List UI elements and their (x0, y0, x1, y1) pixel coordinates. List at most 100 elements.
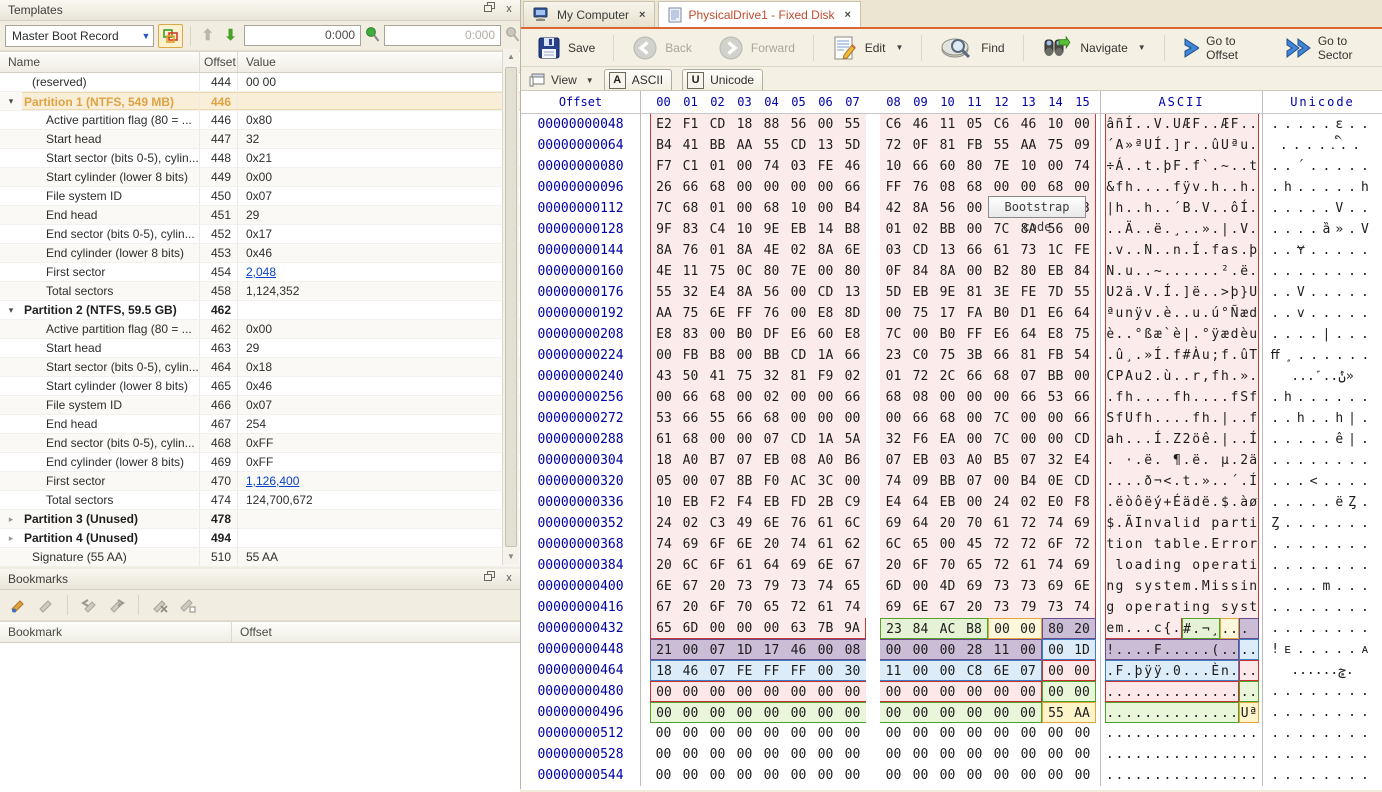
hex-byte[interactable]: 20 (677, 597, 704, 618)
hex-byte[interactable]: 4E (758, 240, 785, 261)
hex-byte[interactable]: 64 (907, 513, 934, 534)
ascii-char[interactable]: g (1172, 555, 1182, 576)
ascii-char[interactable]: o (1124, 597, 1134, 618)
add-bookmark-icon[interactable] (8, 595, 28, 615)
hex-byte[interactable]: 00 (839, 702, 866, 723)
hex-byte[interactable]: 10 (1015, 156, 1042, 177)
hex-byte[interactable]: 00 (1042, 156, 1069, 177)
hex-byte[interactable]: 6F (907, 555, 934, 576)
ascii-char[interactable]: U (1124, 408, 1134, 429)
ascii-char[interactable]: . (1230, 345, 1240, 366)
hex-byte[interactable]: 69 (1069, 513, 1096, 534)
ascii-char[interactable]: . (1201, 681, 1211, 702)
ascii-char[interactable]: Ñ (1230, 303, 1240, 324)
hex-byte[interactable]: CD (812, 282, 839, 303)
hex-byte[interactable]: 01 (880, 219, 907, 240)
ascii-char[interactable]: . (1134, 345, 1144, 366)
float-panel-icon[interactable] (482, 571, 496, 585)
hex-byte[interactable]: E2 (650, 114, 677, 135)
ascii-char[interactable]: . (1211, 114, 1221, 135)
ascii-char[interactable]: n (1172, 240, 1182, 261)
ascii-char[interactable]: ë (1191, 450, 1201, 471)
ascii-char[interactable]: . (1239, 765, 1249, 786)
ascii-char[interactable]: . (1163, 429, 1173, 450)
ascii-char[interactable]: . (1191, 387, 1201, 408)
hex-byte[interactable]: 00 (839, 723, 866, 744)
hex-byte[interactable]: 61 (1015, 555, 1042, 576)
ascii-char[interactable]: . (1201, 261, 1211, 282)
scroll-up-icon[interactable]: ▲ (503, 49, 519, 65)
ascii-char[interactable]: . (1211, 723, 1221, 744)
ascii-char[interactable]: s (1230, 240, 1240, 261)
hex-byte[interactable]: 00 (961, 744, 988, 765)
hex-byte[interactable]: AC (934, 618, 961, 639)
hex-byte[interactable]: 66 (907, 156, 934, 177)
hex-byte[interactable]: 69 (880, 513, 907, 534)
ascii-char[interactable]: ß (1143, 324, 1153, 345)
ascii-char[interactable]: . (1134, 282, 1144, 303)
ascii-char[interactable] (1115, 597, 1125, 618)
hex-byte[interactable]: B7 (704, 450, 731, 471)
hex-byte[interactable]: 68 (677, 429, 704, 450)
hex-byte[interactable]: CD (704, 114, 731, 135)
ascii-char[interactable]: f (1220, 345, 1230, 366)
ascii-char[interactable]: . (1191, 135, 1201, 156)
hex-byte[interactable]: 00 (961, 387, 988, 408)
ascii-char[interactable]: ² (1220, 261, 1230, 282)
hex-byte[interactable]: CD (785, 429, 812, 450)
ascii-char[interactable]: i (1182, 597, 1192, 618)
hex-byte[interactable]: 66 (961, 366, 988, 387)
hex-byte[interactable]: 75 (907, 303, 934, 324)
ascii-char[interactable]: . (1191, 198, 1201, 219)
ascii-char[interactable]: u (1124, 261, 1134, 282)
hex-byte[interactable]: 00 (1015, 429, 1042, 450)
ascii-char[interactable]: . (1134, 450, 1144, 471)
ascii-char[interactable]: · (1124, 450, 1134, 471)
ascii-char[interactable]: f (1230, 387, 1240, 408)
ascii-char[interactable]: » (1201, 471, 1211, 492)
hex-byte[interactable]: 00 (961, 429, 988, 450)
ascii-char[interactable]: . (1211, 681, 1221, 702)
hex-byte[interactable]: 80 (1015, 261, 1042, 282)
hex-byte[interactable]: 64 (758, 555, 785, 576)
hex-byte[interactable]: C8 (961, 660, 988, 681)
hex-byte[interactable]: 13 (839, 282, 866, 303)
hex-byte[interactable]: FF (880, 177, 907, 198)
hex-byte[interactable]: 41 (677, 135, 704, 156)
ascii-char[interactable]: . (1249, 681, 1259, 702)
ascii-char[interactable]: . (1172, 744, 1182, 765)
ascii-char[interactable]: . (1124, 723, 1134, 744)
ascii-char[interactable]: . (1230, 429, 1240, 450)
hex-byte[interactable]: 11 (988, 639, 1015, 660)
ascii-char[interactable]: h (1115, 429, 1125, 450)
hex-byte[interactable]: 00 (988, 681, 1015, 702)
ascii-char[interactable]: n (1143, 513, 1153, 534)
hex-byte[interactable]: EB (907, 450, 934, 471)
template-row[interactable]: First sector4542,048 (0, 263, 520, 282)
pin-disabled-icon[interactable] (505, 26, 520, 45)
hex-byte[interactable]: C6 (988, 114, 1015, 135)
ascii-char[interactable]: E (1211, 534, 1221, 555)
hex-byte[interactable]: 4E (650, 261, 677, 282)
ascii-char[interactable]: | (1220, 219, 1230, 240)
hex-byte[interactable]: 6F (704, 555, 731, 576)
hex-byte[interactable]: 8B (731, 471, 758, 492)
ascii-char[interactable]: . (1182, 219, 1192, 240)
ascii-char[interactable]: ë (1239, 261, 1249, 282)
template-row[interactable]: Total sectors474124,700,672 (0, 491, 520, 510)
hex-byte[interactable]: 6E (907, 597, 934, 618)
hex-byte[interactable]: 68 (988, 366, 1015, 387)
hex-byte[interactable]: 00 (1015, 618, 1042, 639)
ascii-char[interactable]: . (1163, 387, 1173, 408)
hex-byte[interactable]: 6E (650, 576, 677, 597)
template-row[interactable]: Active partition flag (80 = ...4460x80 (0, 111, 520, 130)
ascii-char[interactable]: r (1249, 534, 1259, 555)
hex-byte[interactable]: 01 (880, 366, 907, 387)
ascii-char[interactable]: . (1211, 282, 1221, 303)
hex-byte[interactable]: 81 (785, 366, 812, 387)
ascii-char[interactable]: . (1153, 177, 1163, 198)
ascii-char[interactable]: . (1143, 387, 1153, 408)
hex-byte[interactable]: 01 (704, 240, 731, 261)
hex-byte[interactable]: FF (961, 324, 988, 345)
ascii-char[interactable]: r (1220, 555, 1230, 576)
